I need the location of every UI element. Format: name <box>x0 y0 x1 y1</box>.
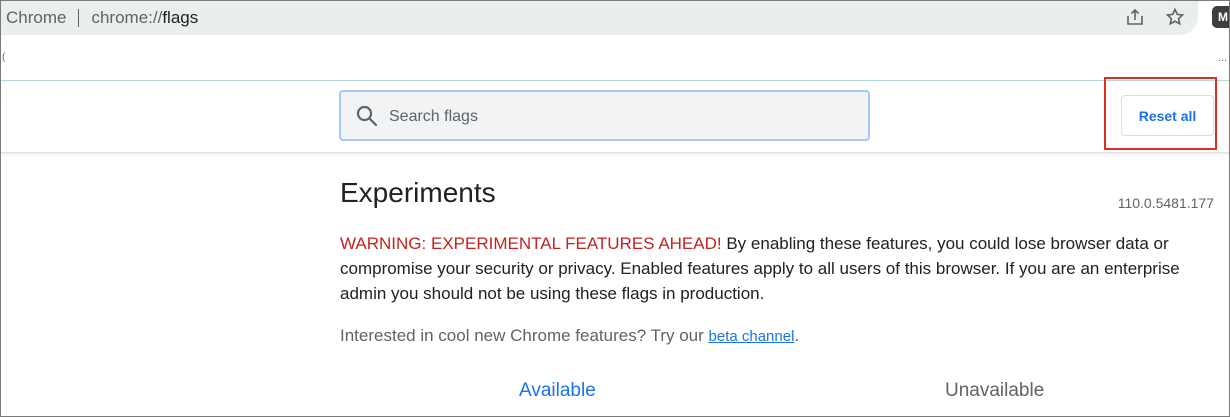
interest-end: . <box>794 326 800 345</box>
tab-available[interactable]: Available <box>519 380 596 402</box>
warning-label: WARNING: EXPERIMENTAL FEATURES AHEAD! <box>340 234 722 253</box>
highlight-annotation <box>1104 77 1217 150</box>
flags-header: Reset all <box>0 81 1230 153</box>
beta-channel-link[interactable]: beta channel <box>709 328 795 345</box>
search-box[interactable] <box>339 90 870 141</box>
page-title: Experiments <box>340 177 496 208</box>
search-icon <box>356 105 378 127</box>
bookmark-edge-left: ( <box>2 52 6 63</box>
bookmarks-bar <box>0 35 1230 80</box>
bookmark-star-icon[interactable] <box>1164 6 1186 28</box>
address-separator <box>78 8 80 27</box>
search-input[interactable] <box>387 92 861 141</box>
url-text[interactable]: chrome://flags <box>91 8 198 28</box>
tab-unavailable[interactable]: Unavailable <box>945 380 1044 402</box>
extension-icon[interactable]: M <box>1212 6 1230 28</box>
site-label: Chrome <box>6 7 67 27</box>
warning-text: WARNING: EXPERIMENTAL FEATURES AHEAD! By… <box>340 231 1200 306</box>
address-bar[interactable]: Chrome chrome://flags <box>0 0 1198 35</box>
share-icon[interactable] <box>1124 6 1146 28</box>
bookmark-edge-right: ... <box>1218 52 1228 64</box>
url-scheme: chrome:// <box>91 7 163 27</box>
url-path: flags <box>162 7 199 27</box>
interest-lead: Interested in cool new Chrome features? … <box>340 326 709 345</box>
version-label: 110.0.5481.177 <box>1117 195 1214 211</box>
interest-text: Interested in cool new Chrome features? … <box>340 324 799 349</box>
